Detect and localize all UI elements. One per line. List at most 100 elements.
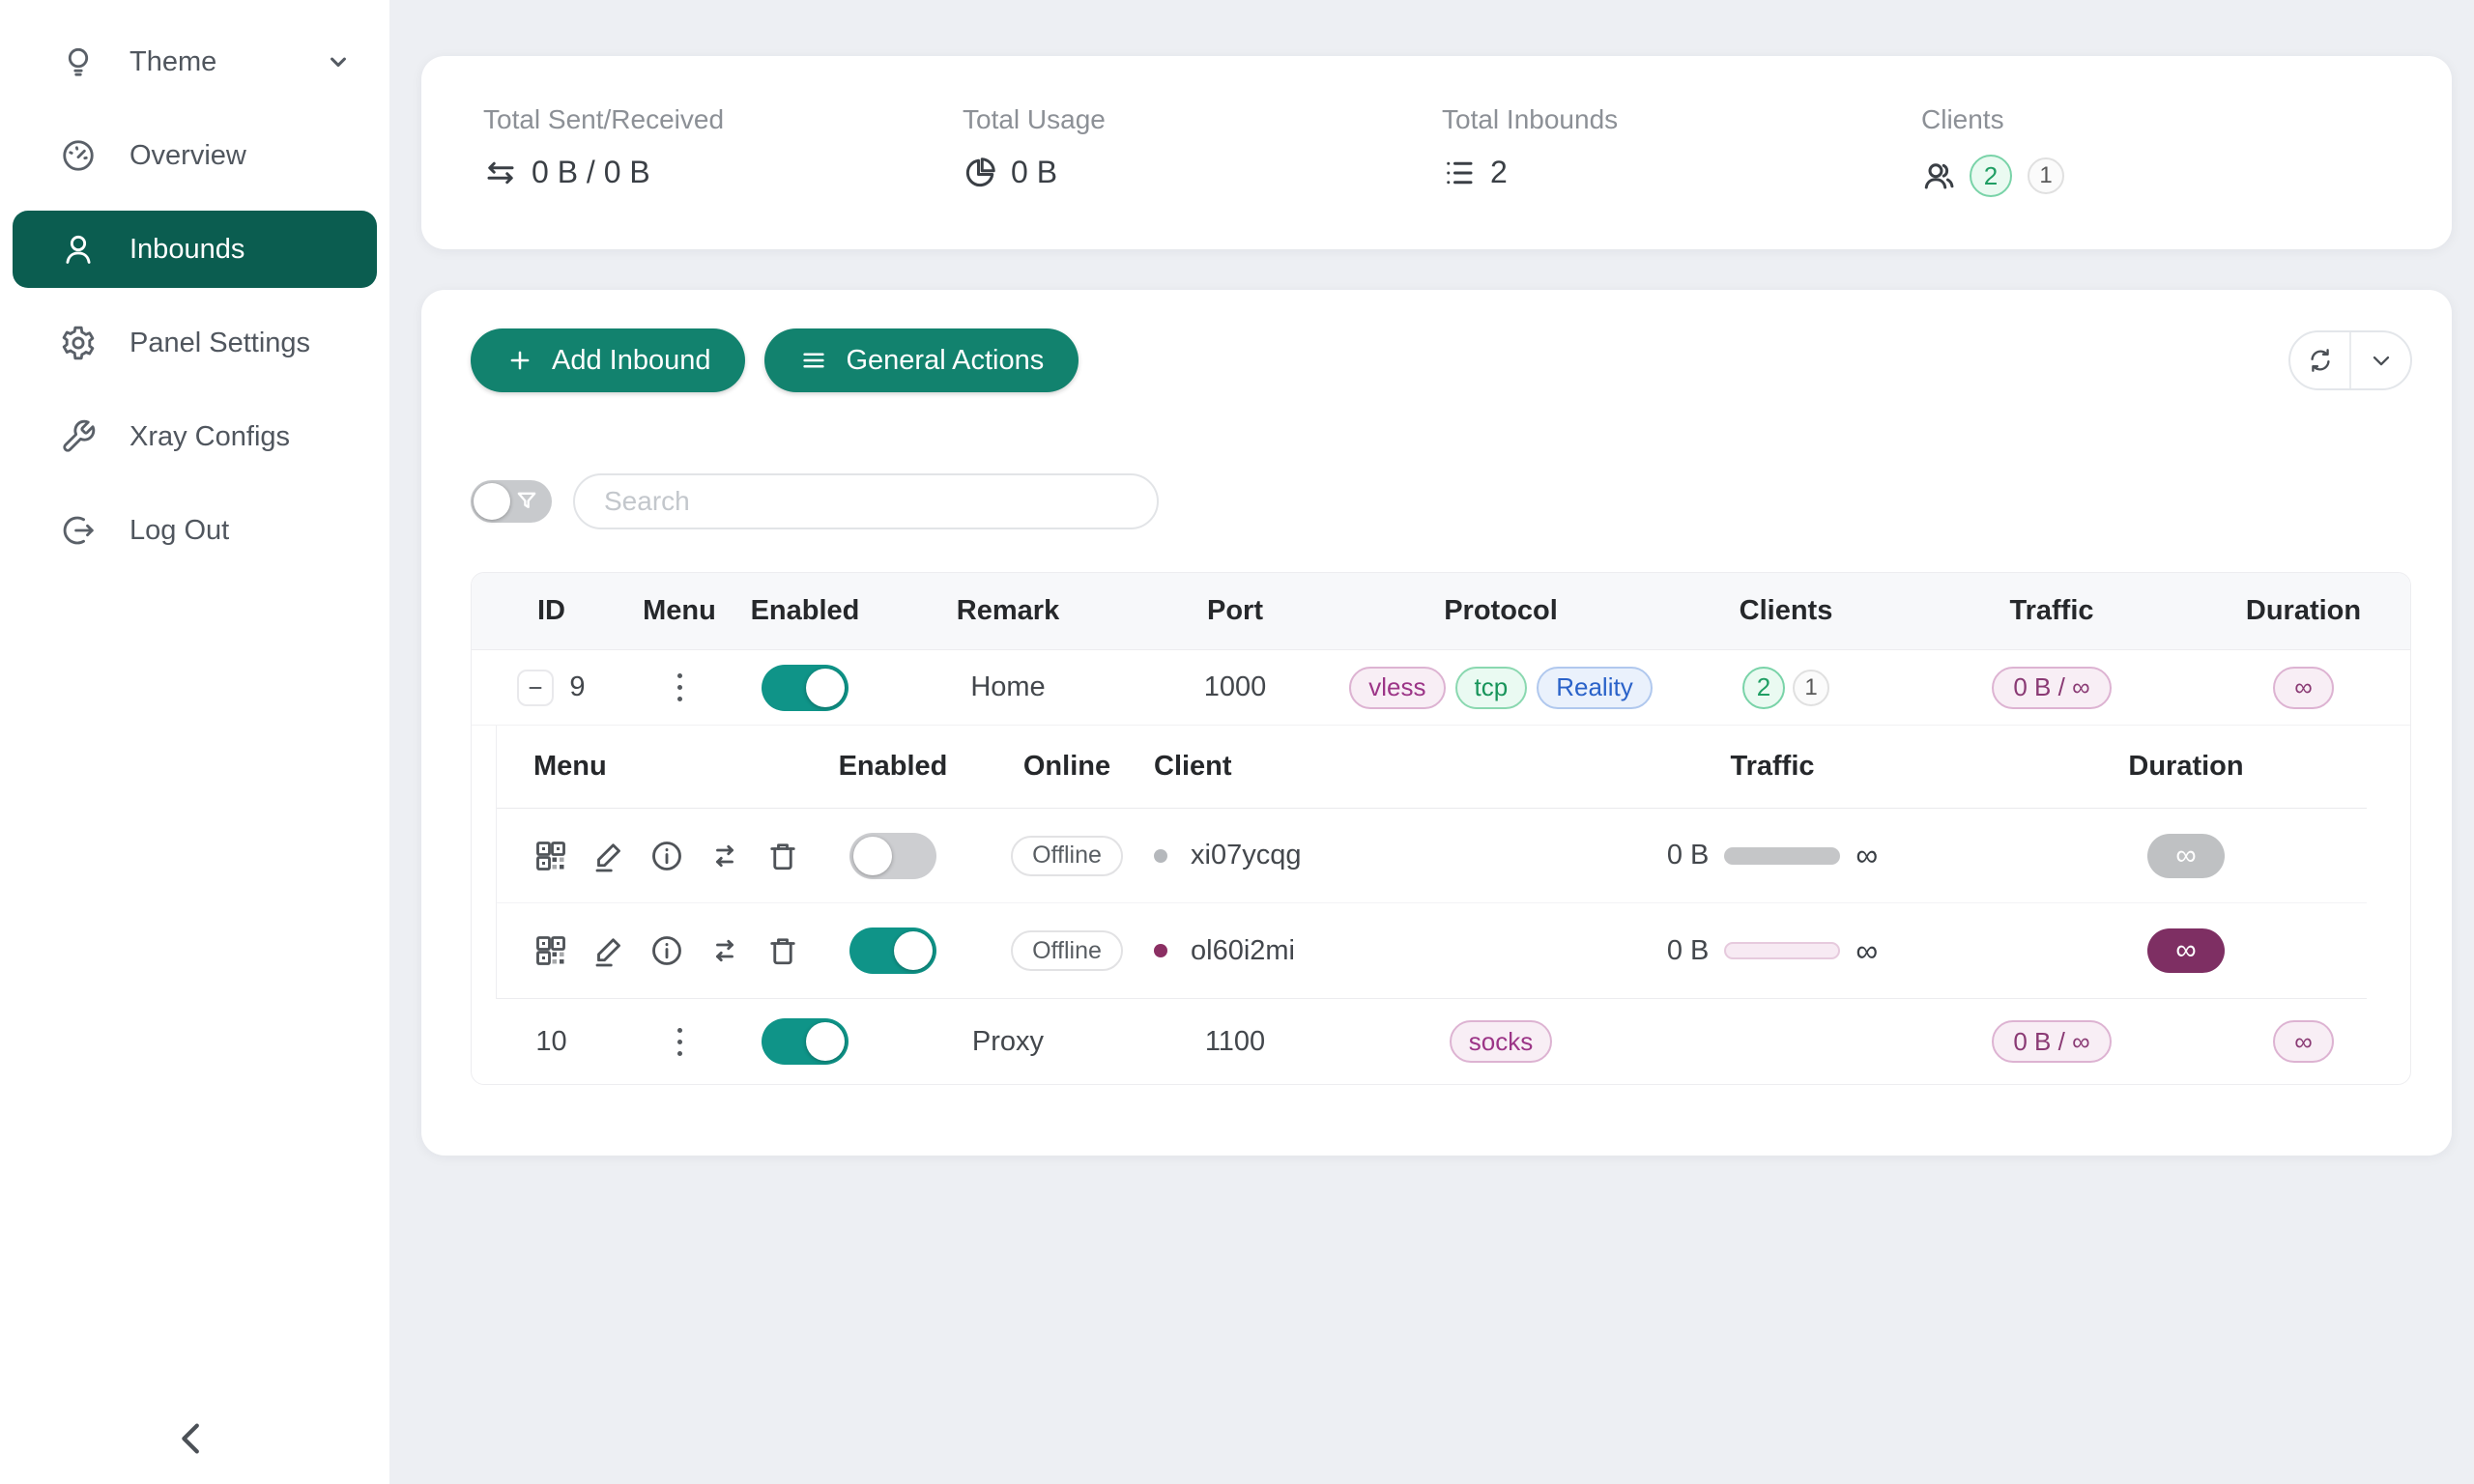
delete-icon[interactable] <box>765 933 800 968</box>
column-header-enabled: Enabled <box>751 595 860 627</box>
collapse-row-button[interactable] <box>517 670 554 706</box>
client-name: ol60i2mi <box>1191 935 1295 967</box>
client-status-dot <box>1154 849 1167 863</box>
transfer-arrows-icon <box>483 156 518 190</box>
column-header-traffic: Traffic <box>2009 595 2093 627</box>
stat-total-inbounds: Total Inbounds 2 <box>1442 104 1921 249</box>
stat-label: Total Inbounds <box>1442 104 1921 135</box>
chevron-down-icon <box>2368 347 2395 374</box>
inbound-enabled-toggle[interactable] <box>762 1018 849 1065</box>
add-inbound-button[interactable]: Add Inbound <box>471 328 745 392</box>
refresh-icon <box>2307 347 2334 374</box>
sidebar-collapse-button[interactable] <box>170 1416 215 1461</box>
column-header-online: Online <box>1023 751 1110 783</box>
refresh-button[interactable] <box>2290 332 2351 388</box>
traffic-badge: 0 B / ∞ <box>1992 667 2111 709</box>
general-actions-label: General Actions <box>846 345 1044 377</box>
client-traffic-limit: ∞ <box>1856 933 1878 969</box>
column-header-enabled: Enabled <box>839 751 948 783</box>
traffic-progress-bar <box>1724 942 1840 959</box>
list-icon <box>1442 156 1477 190</box>
client-enabled-toggle[interactable] <box>849 928 936 974</box>
refresh-options-button[interactable] <box>2351 332 2410 388</box>
column-header-port: Port <box>1207 595 1263 627</box>
user-group-icon <box>1921 158 1956 193</box>
info-icon[interactable] <box>649 933 684 968</box>
duration-badge: ∞ <box>2273 1020 2334 1063</box>
client-traffic-limit: ∞ <box>1856 838 1878 873</box>
general-actions-button[interactable]: General Actions <box>764 328 1079 392</box>
chevron-down-icon <box>325 48 352 75</box>
protocol-badge: socks <box>1450 1020 1552 1063</box>
sidebar-item-overview[interactable]: Overview <box>13 117 377 194</box>
row-menu-button[interactable] <box>668 664 692 711</box>
edit-icon[interactable] <box>591 839 626 873</box>
edit-icon[interactable] <box>591 933 626 968</box>
table-header-row: ID Menu Enabled Remark Port Protocol Cli… <box>472 573 2410 650</box>
info-icon[interactable] <box>649 839 684 873</box>
toggle-knob <box>806 1022 845 1061</box>
table-row-inbound-9: 9 Home 1000 vless tcp Reality 2 1 0 B / … <box>472 650 2410 726</box>
sidebar-item-inbounds[interactable]: Inbounds <box>13 211 377 288</box>
traffic-progress-bar <box>1724 847 1840 865</box>
stat-total-usage: Total Usage 0 B <box>963 104 1442 249</box>
reset-traffic-icon[interactable] <box>707 933 742 968</box>
user-icon <box>60 231 97 268</box>
inbound-remark: Home <box>970 671 1045 703</box>
protocol-badge: tcp <box>1455 667 1528 709</box>
client-subtable: Menu Enabled Online Client Traffic Durat… <box>496 726 2367 999</box>
stat-label: Total Sent/Received <box>483 104 963 135</box>
qr-code-icon[interactable] <box>533 933 568 968</box>
clients-enabled-badge: 2 <box>1742 667 1785 709</box>
inbound-enabled-toggle[interactable] <box>762 665 849 711</box>
traffic-badge: 0 B / ∞ <box>1992 1020 2111 1063</box>
client-traffic-used: 0 B <box>1667 840 1710 871</box>
client-status-dot <box>1154 944 1167 957</box>
inbound-id: 9 <box>569 671 585 703</box>
column-header-id: ID <box>537 595 565 627</box>
inbound-id: 10 <box>535 1026 566 1058</box>
stat-label: Total Usage <box>963 104 1442 135</box>
sidebar-item-log-out[interactable]: Log Out <box>13 492 377 569</box>
column-header-remark: Remark <box>957 595 1059 627</box>
column-header-protocol: Protocol <box>1444 595 1558 627</box>
search-input[interactable] <box>573 473 1159 529</box>
client-row-ol60i2mi: Offline ol60i2mi 0 B ∞ ∞ <box>497 903 2367 998</box>
stat-value: 0 B / 0 B <box>532 155 650 190</box>
hamburger-menu-icon <box>799 346 828 375</box>
lightbulb-icon <box>60 43 97 80</box>
client-duration-badge: ∞ <box>2147 834 2225 878</box>
duration-badge: ∞ <box>2273 667 2334 709</box>
column-header-client: Client <box>1154 751 1232 783</box>
toggle-knob <box>474 483 510 520</box>
add-inbound-label: Add Inbound <box>552 345 710 377</box>
wrench-icon <box>60 418 97 455</box>
inbounds-table: ID Menu Enabled Remark Port Protocol Cli… <box>471 572 2411 1085</box>
dashboard-icon <box>60 137 97 174</box>
client-enabled-toggle[interactable] <box>849 833 936 879</box>
filter-toggle[interactable] <box>471 480 552 523</box>
column-header-clients: Clients <box>1740 595 1833 627</box>
sidebar-item-label: Inbounds <box>129 234 245 266</box>
row-menu-button[interactable] <box>668 1018 692 1066</box>
reset-traffic-icon[interactable] <box>707 839 742 873</box>
clients-enabled-badge: 2 <box>1970 155 2012 197</box>
sidebar-item-label: Panel Settings <box>129 328 310 359</box>
column-header-duration: Duration <box>2246 595 2361 627</box>
column-header-menu: Menu <box>497 751 607 783</box>
qr-code-icon[interactable] <box>533 839 568 873</box>
delete-icon[interactable] <box>765 839 800 873</box>
clients-deactivated-badge: 1 <box>2028 157 2064 194</box>
plus-icon <box>505 346 534 375</box>
search-row <box>471 473 1159 529</box>
sidebar-item-panel-settings[interactable]: Panel Settings <box>13 304 377 382</box>
sidebar-item-xray-configs[interactable]: Xray Configs <box>13 398 377 475</box>
pie-chart-icon <box>963 156 997 190</box>
inbounds-card: Add Inbound General Actions ID Menu <box>421 290 2452 1156</box>
column-header-traffic: Traffic <box>1730 751 1814 783</box>
sidebar-item-theme[interactable]: Theme <box>13 23 377 100</box>
inbound-port: 1100 <box>1205 1026 1265 1058</box>
stat-value: 2 <box>1490 155 1508 190</box>
protocol-badge: vless <box>1349 667 1445 709</box>
toggle-knob <box>894 931 933 970</box>
